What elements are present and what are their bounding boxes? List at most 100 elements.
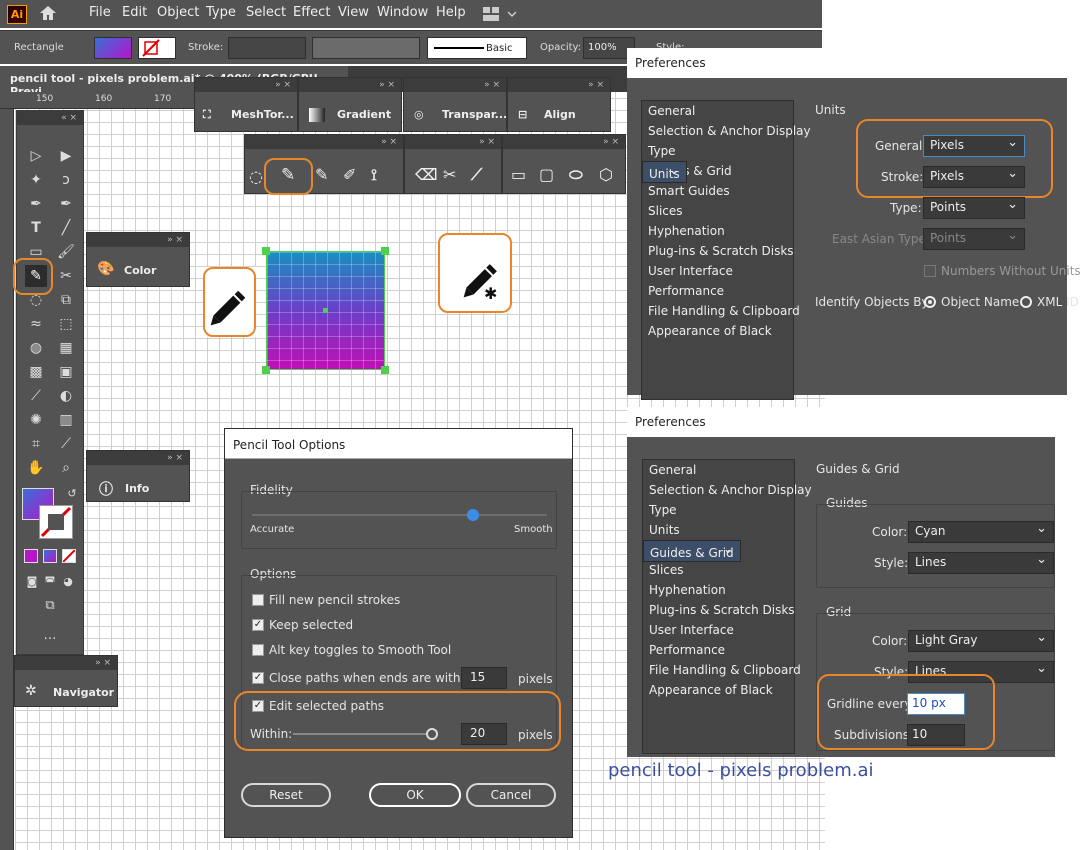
- info-panel[interactable]: » × ⓘ Info: [86, 450, 190, 502]
- menu-edit[interactable]: Edit: [122, 5, 147, 20]
- warp-tool-icon[interactable]: ≈: [25, 313, 47, 335]
- guide-style-select[interactable]: Lines: [908, 552, 1054, 574]
- pref-category[interactable]: Hyphenation: [643, 580, 794, 600]
- type-tool-icon[interactable]: T: [25, 217, 47, 239]
- menu-file[interactable]: File: [89, 5, 111, 20]
- draw-inside-icon[interactable]: ◕: [57, 571, 79, 593]
- paintbrush-icon[interactable]: 🖌: [55, 241, 77, 263]
- anchor-handle[interactable]: [262, 366, 270, 374]
- alt-key-checkbox[interactable]: [252, 644, 264, 656]
- free-transform-icon[interactable]: ⬚: [55, 313, 77, 335]
- menu-window[interactable]: Window: [377, 5, 428, 20]
- pref-category[interactable]: Slices: [642, 201, 793, 221]
- zoom-tool-icon[interactable]: ⌕: [55, 457, 77, 479]
- color-panel[interactable]: » × 🎨 Color: [86, 232, 190, 287]
- line-tool-icon[interactable]: ╱: [55, 217, 77, 239]
- pref-category[interactable]: Appearance of Black: [643, 680, 794, 700]
- gradient-panel[interactable]: » × Gradient: [298, 77, 402, 132]
- symbol-sprayer-icon[interactable]: ✺: [25, 409, 47, 431]
- menu-help[interactable]: Help: [436, 5, 466, 20]
- pref-category[interactable]: Plug-ins & Scratch Disks: [642, 241, 794, 261]
- screen-mode-icon[interactable]: ⧉: [39, 595, 61, 617]
- type-units-select[interactable]: Points: [923, 197, 1025, 219]
- ok-button[interactable]: OK: [369, 783, 461, 807]
- xml-id-radio[interactable]: [1020, 296, 1032, 308]
- workspace-icon[interactable]: [482, 6, 518, 22]
- rectangle-icon[interactable]: ▭: [511, 165, 526, 184]
- polygon-icon[interactable]: ⬡: [599, 165, 613, 184]
- pref-category[interactable]: General: [642, 101, 793, 121]
- hand-tool-icon[interactable]: ✋: [25, 457, 47, 479]
- pref-category[interactable]: Performance: [642, 281, 793, 301]
- gradient-mode-icon[interactable]: [43, 549, 57, 563]
- pref-category[interactable]: Units: [643, 520, 794, 540]
- brush-field[interactable]: Basic: [427, 37, 527, 59]
- pref-category[interactable]: User Interface: [642, 261, 793, 281]
- anchor-handle[interactable]: [262, 247, 270, 255]
- guide-color-select[interactable]: Cyan: [908, 521, 1054, 543]
- fill-new-strokes-checkbox[interactable]: [252, 594, 264, 606]
- pref-category[interactable]: File Handling & Clipboard: [643, 660, 801, 680]
- pref-category-selected[interactable]: Units: [642, 161, 687, 183]
- stroke-weight-field[interactable]: [228, 37, 306, 59]
- stroke-color-swatch[interactable]: [39, 505, 73, 539]
- ellipse-icon[interactable]: ⬭: [569, 165, 583, 185]
- pref-category[interactable]: Slices: [643, 560, 794, 580]
- reset-button[interactable]: Reset: [241, 783, 331, 807]
- curvature-tool-icon[interactable]: ✒: [55, 193, 77, 215]
- menu-effect[interactable]: Effect: [293, 5, 330, 20]
- gradient-tool-icon[interactable]: ▣: [55, 361, 77, 383]
- mesh-tool-icon[interactable]: ▩: [25, 361, 47, 383]
- pref-category[interactable]: Selection & Anchor Display: [643, 480, 812, 500]
- magic-wand-icon[interactable]: ✦: [25, 169, 47, 191]
- pref-category[interactable]: General: [643, 460, 794, 480]
- color-mode-icon[interactable]: [24, 549, 38, 563]
- pref-category[interactable]: File Handling & Clipboard: [642, 301, 800, 321]
- eyedropper-icon[interactable]: ⟋: [25, 385, 47, 407]
- transparency-panel[interactable]: » × ◎ Transpar...: [403, 77, 507, 132]
- scissors-icon[interactable]: ✂: [55, 265, 77, 287]
- knife-icon[interactable]: ⟋: [471, 165, 482, 185]
- blend-tool-icon[interactable]: ◐: [55, 385, 77, 407]
- shaper-tool-icon[interactable]: ◌: [249, 167, 263, 186]
- none-mode-icon[interactable]: [62, 549, 76, 563]
- pref-category[interactable]: Appearance of Black: [642, 321, 793, 341]
- cancel-button[interactable]: Cancel: [466, 783, 556, 807]
- numbers-without-units-checkbox[interactable]: [924, 265, 936, 277]
- direct-selection-tool-icon[interactable]: ▶: [55, 145, 77, 167]
- menu-select[interactable]: Select: [246, 5, 286, 20]
- pen-tool-icon[interactable]: ✒: [25, 193, 47, 215]
- join-tool-icon[interactable]: ⟟: [371, 165, 377, 185]
- scissors-icon[interactable]: ✂: [443, 165, 456, 184]
- pref-category[interactable]: User Interface: [643, 620, 794, 640]
- pref-category[interactable]: Plug-ins & Scratch Disks: [643, 600, 795, 620]
- scale-tool-icon[interactable]: ⧉: [55, 289, 77, 311]
- pref-category[interactable]: Smart Guides: [642, 181, 793, 201]
- artboard-tool-icon[interactable]: ⌗: [25, 433, 47, 455]
- smooth-tool-icon[interactable]: ✎: [315, 165, 328, 184]
- pref-category[interactable]: Type: [643, 500, 794, 520]
- variable-width-field[interactable]: [312, 37, 420, 59]
- navigator-panel[interactable]: » × ✲ Navigator: [14, 655, 118, 707]
- swap-colors-icon[interactable]: ↺: [61, 483, 83, 505]
- align-panel[interactable]: » × ⊟ Align: [507, 77, 611, 132]
- perspective-grid-icon[interactable]: ▦: [55, 337, 77, 359]
- lasso-icon[interactable]: ↄ: [55, 169, 77, 191]
- path-eraser-icon[interactable]: ✐: [343, 165, 356, 184]
- anchor-handle[interactable]: [381, 247, 389, 255]
- slice-tool-icon[interactable]: ⟋: [55, 433, 77, 455]
- mesh-panel[interactable]: » × ⛶ MeshTor...: [194, 77, 298, 132]
- graph-tool-icon[interactable]: ▥: [55, 409, 77, 431]
- pref-category[interactable]: Type: [642, 141, 793, 161]
- pref-category[interactable]: Performance: [643, 640, 794, 660]
- stroke-swatch[interactable]: [138, 37, 176, 59]
- home-icon[interactable]: [38, 4, 58, 22]
- eraser-icon[interactable]: ⌫: [415, 165, 438, 184]
- selection-tool-icon[interactable]: ▷: [25, 145, 47, 167]
- pref-category-selected[interactable]: Guides & Grid: [643, 540, 741, 562]
- rounded-rectangle-icon[interactable]: ▢: [539, 165, 554, 184]
- close-paths-input[interactable]: 15: [461, 667, 507, 689]
- pref-category[interactable]: Selection & Anchor Display: [642, 121, 811, 141]
- anchor-handle[interactable]: [381, 366, 389, 374]
- fidelity-slider-track[interactable]: [252, 514, 547, 516]
